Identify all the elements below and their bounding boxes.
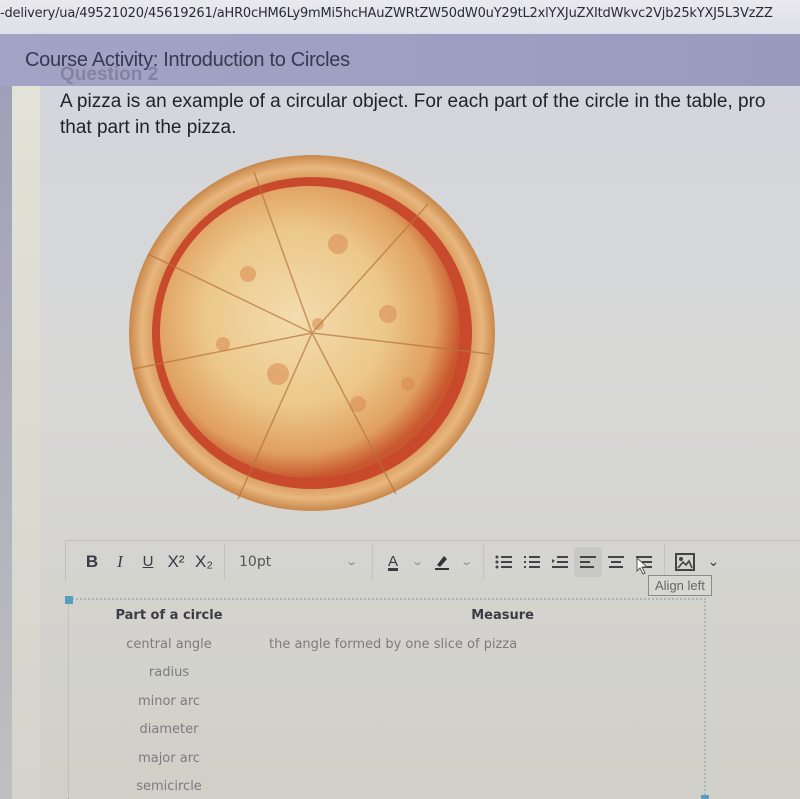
mouse-cursor-icon — [636, 557, 649, 575]
part-cell: minor arc — [137, 693, 201, 709]
measure-cell[interactable] — [269, 716, 704, 745]
font-size-select[interactable]: 10pt ⌄ — [231, 554, 366, 570]
measure-cell[interactable] — [269, 687, 704, 716]
table-row: radius — [69, 659, 704, 688]
part-cell: central angle — [126, 636, 212, 652]
align-left-tooltip: Align left — [648, 575, 712, 596]
bold-button[interactable]: B — [78, 547, 106, 577]
left-rail — [0, 86, 12, 799]
toolbar-divider — [224, 543, 225, 580]
subscript-button[interactable]: X₂ — [190, 547, 218, 577]
measure-cell[interactable]: the angle formed by one slice of pizza — [269, 630, 704, 659]
align-center-icon[interactable] — [602, 547, 630, 577]
table-row: central angle the angle formed by one sl… — [69, 630, 704, 659]
pizza-image — [129, 155, 495, 511]
part-cell: radius — [148, 665, 190, 681]
page-title: Course Activity: Introduction to Circles — [25, 49, 350, 71]
table-row: major arc — [69, 744, 704, 773]
app-header: Question 2 Course Activity: Introduction… — [0, 34, 800, 86]
table-row: diameter — [69, 716, 704, 745]
prompt-line-1: A pizza is an example of a circular obje… — [60, 91, 766, 112]
part-cell: semicircle — [136, 779, 202, 795]
font-color-button[interactable]: A — [379, 547, 407, 577]
prompt-line-2: that part in the pizza. — [60, 117, 237, 138]
underline-button[interactable]: U — [134, 547, 162, 577]
font-size-value: 10pt — [239, 553, 272, 570]
superscript-button[interactable]: X² — [162, 547, 190, 577]
measure-cell[interactable] — [269, 773, 704, 799]
toolbar-divider — [372, 543, 373, 580]
question-content: A pizza is an example of a circular obje… — [40, 86, 800, 799]
table-row: semicircle — [69, 773, 704, 799]
address-bar[interactable]: -delivery/ua/49521020/45619261/aHR0cHM6L… — [0, 0, 800, 34]
answer-table: Part of a circle Measure central angle t… — [69, 600, 704, 799]
more-chevron-icon[interactable]: ⌄ — [699, 547, 727, 577]
chevron-down-icon[interactable]: ⌄ — [411, 555, 424, 568]
table-header-row: Part of a circle Measure — [69, 600, 704, 630]
numbered-list-icon[interactable] — [518, 547, 546, 577]
table-row: minor arc — [69, 687, 704, 716]
answer-table-editor[interactable]: Part of a circle Measure central angle t… — [65, 596, 709, 799]
header-part-of-circle: Part of a circle — [115, 607, 223, 623]
indent-icon[interactable] — [546, 547, 574, 577]
header-measure: Measure — [471, 607, 534, 623]
url-text: -delivery/ua/49521020/45619261/aHR0cHM6L… — [0, 6, 773, 21]
question-prompt: A pizza is an example of a circular obje… — [60, 89, 800, 141]
left-stripe — [12, 86, 40, 799]
part-cell: major arc — [138, 750, 200, 766]
insert-image-icon[interactable] — [671, 547, 699, 577]
measure-cell[interactable] — [269, 744, 704, 773]
italic-button[interactable]: I — [106, 547, 134, 577]
chevron-down-icon: ⌄ — [344, 555, 358, 568]
measure-cell[interactable] — [269, 659, 704, 688]
part-cell: diameter — [139, 722, 199, 738]
highlight-icon[interactable] — [428, 547, 456, 577]
align-left-icon[interactable] — [574, 546, 603, 577]
bulleted-list-icon[interactable] — [490, 547, 518, 577]
chevron-down-icon[interactable]: ⌄ — [460, 555, 473, 568]
toolbar-divider — [483, 543, 485, 580]
